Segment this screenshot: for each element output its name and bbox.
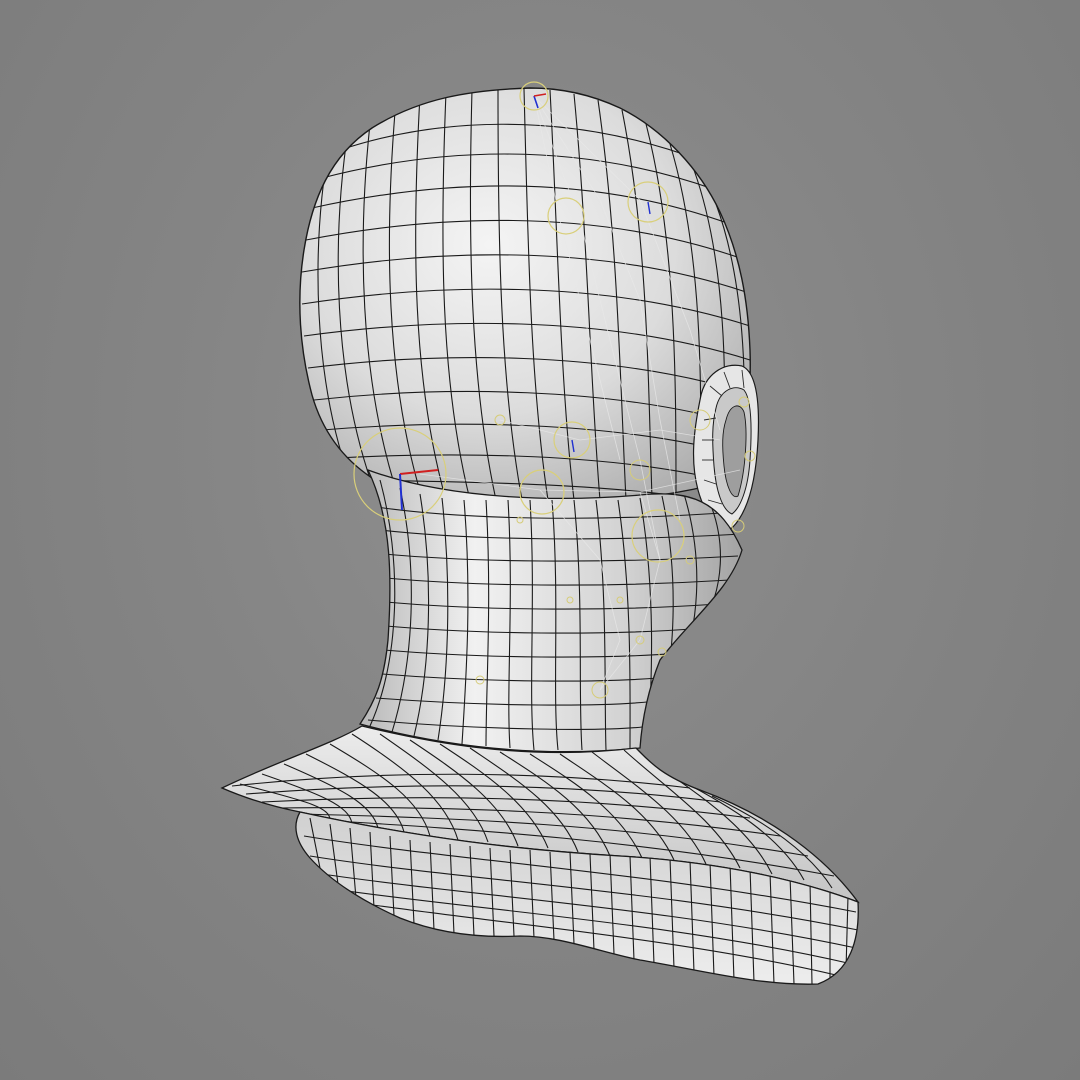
3d-viewport[interactable] [0,0,1080,1080]
scene-canvas[interactable] [0,0,1080,1080]
